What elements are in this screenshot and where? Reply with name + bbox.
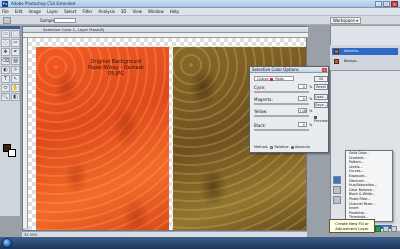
magenta-slider[interactable] — [254, 103, 309, 105]
color-panel-icon[interactable] — [333, 176, 341, 184]
reset-button[interactable]: Reset — [314, 84, 328, 90]
preview-label: Preview — [314, 119, 328, 123]
brush-tool-icon[interactable]: ✒ — [11, 48, 20, 56]
dialog-title: Selective Color Options — [250, 67, 328, 73]
relative-radio[interactable] — [270, 145, 274, 149]
styles-panel-icon[interactable] — [333, 196, 341, 204]
maximize-button[interactable]: ▢ — [383, 1, 390, 7]
healing-tool-icon[interactable]: ✥ — [1, 48, 10, 56]
dodge-tool-icon[interactable]: ☼ — [11, 66, 20, 74]
gradient-tool-icon[interactable]: ▨ — [11, 57, 20, 65]
black-percent: % — [309, 123, 313, 127]
dialog-close-icon[interactable]: x — [322, 68, 327, 72]
photoshop-logo-icon: Ps — [2, 1, 8, 7]
current-tool-icon[interactable] — [3, 17, 11, 24]
load-button[interactable]: Load... — [314, 94, 328, 100]
workspace-menu[interactable]: Workspace ▾ — [330, 17, 362, 26]
new-adjustment-layer-icon[interactable] — [375, 226, 381, 232]
save-button[interactable]: Save... — [314, 102, 328, 108]
menu-filter[interactable]: Filter — [82, 9, 92, 14]
red-swatch-icon — [270, 77, 274, 81]
magenta-input[interactable]: 0 — [298, 96, 307, 101]
relative-label: Relative — [274, 145, 289, 149]
black-slider[interactable] — [254, 129, 309, 131]
layer-item[interactable]: Backgr... — [332, 58, 398, 65]
magenta-percent: % — [309, 97, 313, 101]
zoom-tool-icon[interactable]: 🔍 — [1, 93, 10, 101]
window-title: Adobe Photoshop CS4 Extended — [11, 1, 76, 6]
menu-layer[interactable]: Layer — [47, 9, 58, 14]
crop-tool-icon[interactable]: ✂ — [11, 39, 20, 47]
preview-checkbox[interactable]: Preview — [314, 115, 328, 123]
swatches-panel-icon[interactable] — [333, 186, 341, 194]
trash-icon[interactable] — [391, 226, 397, 232]
menu-image[interactable]: Image — [28, 9, 41, 14]
menu-help[interactable]: Help — [170, 9, 179, 14]
minimize-button[interactable]: – — [375, 1, 382, 7]
yellow-input[interactable]: +18 — [298, 108, 307, 113]
lasso-tool-icon[interactable]: ◌ — [1, 39, 10, 47]
menu-window[interactable]: Window — [148, 9, 164, 14]
menu-select[interactable]: Select — [64, 9, 76, 14]
layer-name: Selectiv... — [344, 49, 361, 53]
black-input[interactable]: 0 — [298, 122, 307, 127]
colors-select[interactable]: Colors: Reds — [254, 76, 294, 81]
layer-thumbnail-icon — [334, 49, 339, 54]
sample-size-select[interactable] — [54, 18, 76, 23]
panel-icon-strip — [333, 176, 343, 216]
start-button-icon[interactable] — [2, 238, 12, 248]
layers-panel-footer — [375, 226, 397, 232]
yellow-percent: % — [309, 109, 313, 113]
options-bar: Sample Size: Workspace ▾ — [0, 16, 400, 25]
black-label: Black: — [254, 123, 267, 128]
cyan-input[interactable]: 0 — [298, 84, 307, 89]
move-tool-icon[interactable]: ⬚ — [11, 30, 20, 38]
window-controls: – ▢ ✕ — [375, 1, 398, 7]
adjustment-layer-tooltip: Create New Fill or Adjustment Layer — [329, 219, 375, 233]
adjustment-layer-menu: Solid Color... Gradient... Pattern... Le… — [345, 150, 393, 230]
new-group-icon[interactable] — [383, 226, 389, 232]
menu-analysis[interactable]: Analysis — [98, 9, 114, 14]
method-group: Method: Relative Absolute — [254, 145, 310, 149]
hand-tool-icon[interactable]: ✋ — [11, 84, 20, 92]
path-select-tool-icon[interactable]: ↖ — [11, 75, 20, 83]
type-tool-icon[interactable]: T — [1, 75, 10, 83]
quick-mask-icon[interactable]: ◧ — [11, 93, 20, 101]
close-button[interactable]: ✕ — [391, 1, 398, 7]
layer-thumbnail-icon — [334, 59, 339, 64]
absolute-radio[interactable] — [290, 145, 294, 149]
magenta-label: Magenta: — [254, 97, 273, 102]
absolute-label: Absolute — [294, 145, 310, 149]
marquee-tool-icon[interactable]: ▭ — [1, 30, 10, 38]
menu-edit[interactable]: Edit — [15, 9, 23, 14]
yellow-label: Yellow: — [254, 109, 268, 114]
method-label: Method: — [254, 145, 269, 149]
tools-panel: ▭ ⬚ ◌ ✂ ✥ ✒ ⌫ ▨ ◐ ☼ T ↖ ⬭ ✋ 🔍 ◧ — [0, 26, 21, 216]
colors-value: Reds — [275, 77, 284, 81]
layers-panel-mini: Selectiv... Backgr... — [330, 45, 400, 71]
title-bar: Ps Adobe Photoshop CS4 Extended – ▢ ✕ — [0, 0, 400, 8]
layer-name: Backgr... — [344, 59, 360, 63]
colors-label: Colors: — [257, 77, 270, 81]
ok-button[interactable]: OK — [314, 76, 328, 82]
layer-item[interactable]: Selectiv... — [332, 48, 398, 55]
cyan-slider[interactable] — [254, 91, 309, 93]
menu-3d[interactable]: 3D — [121, 9, 127, 14]
burn-tool-icon[interactable]: ◐ — [1, 66, 10, 74]
selective-color-dialog: Selective Color Options x Colors: Reds C… — [249, 66, 329, 153]
cyan-label: Cyan: — [254, 85, 266, 90]
shape-tool-icon[interactable]: ⬭ — [1, 84, 10, 92]
taskbar — [0, 237, 400, 249]
menu-view[interactable]: View — [133, 9, 143, 14]
yellow-slider[interactable] — [254, 115, 309, 117]
menu-bar: File Edit Image Layer Select Filter Anal… — [0, 8, 400, 16]
background-color-swatch[interactable] — [8, 149, 16, 157]
workspace-label[interactable]: Workspace ▾ — [330, 17, 362, 24]
cyan-percent: % — [309, 85, 313, 89]
original-paper-image: Original Background Paper/Wisey - Damask… — [36, 47, 169, 230]
menu-file[interactable]: File — [2, 9, 9, 14]
original-paper-label: Original Background Paper/Wisey - Damask… — [87, 59, 145, 77]
eraser-tool-icon[interactable]: ⌫ — [1, 57, 10, 65]
